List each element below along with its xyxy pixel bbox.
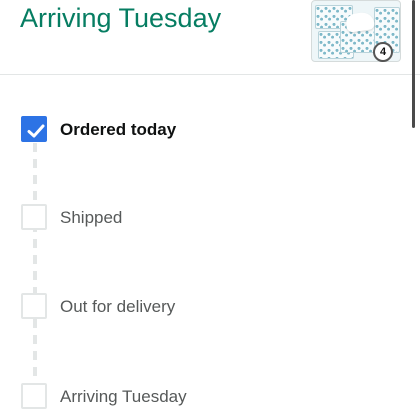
step-label: Shipped bbox=[60, 208, 123, 227]
step-checkbox bbox=[21, 293, 47, 319]
step-ordered: Ordered today bbox=[0, 116, 420, 146]
step-label: Arriving Tuesday bbox=[60, 387, 187, 406]
scrollbar[interactable] bbox=[412, 0, 415, 128]
progress-connector bbox=[33, 143, 37, 390]
step-out-for-delivery: Out for delivery bbox=[0, 293, 420, 323]
checkmark-icon bbox=[27, 124, 45, 138]
item-count-badge: 4 bbox=[373, 42, 393, 62]
delivery-header: Arriving Tuesday 4 bbox=[0, 0, 420, 75]
step-label: Out for delivery bbox=[60, 297, 176, 316]
step-checkbox bbox=[21, 204, 47, 230]
step-shipped: Shipped bbox=[0, 204, 420, 234]
step-label: Ordered today bbox=[60, 120, 177, 139]
step-checkbox bbox=[21, 383, 47, 409]
arrival-title: Arriving Tuesday bbox=[20, 3, 222, 33]
step-arriving: Arriving Tuesday bbox=[0, 383, 420, 413]
step-checkbox-checked bbox=[21, 116, 47, 142]
